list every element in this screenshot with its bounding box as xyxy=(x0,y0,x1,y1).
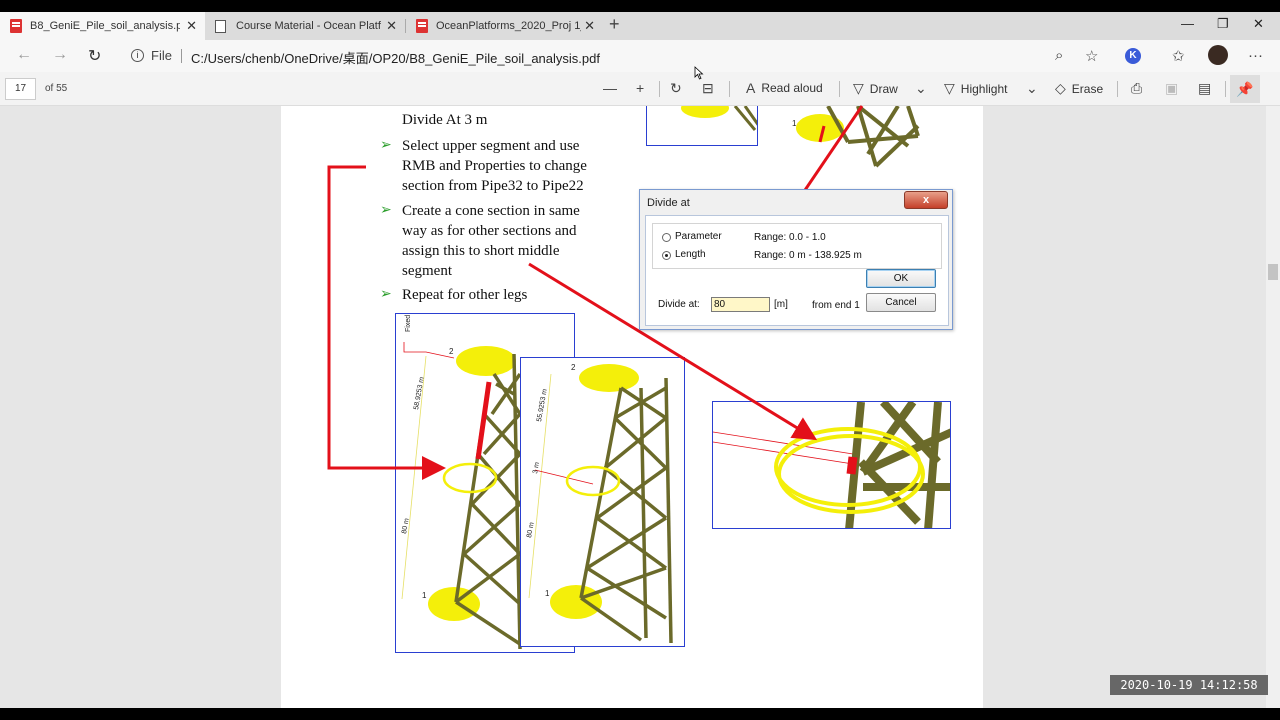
scrollbar-thumb[interactable] xyxy=(1268,264,1278,280)
ok-button[interactable]: OK xyxy=(866,269,936,288)
mode-group: Parameter Range: 0.0 - 1.0 Length Range:… xyxy=(652,223,942,269)
range-parameter-label: Range: 0.0 - 1.0 xyxy=(754,232,826,243)
divide-at-input[interactable]: 80 xyxy=(711,297,770,312)
unit-label: [m] xyxy=(774,299,788,310)
vertical-scrollbar[interactable] xyxy=(1266,106,1280,708)
recording-timestamp: 2020-10-19 14:12:58 xyxy=(1110,675,1268,695)
mouse-cursor-icon xyxy=(694,66,704,80)
radio-parameter[interactable] xyxy=(662,233,671,242)
option-parameter-label: Parameter xyxy=(675,231,722,242)
divide-at-label: Divide at: xyxy=(658,299,700,310)
dialog-title: Divide at xyxy=(647,197,690,209)
option-length-label: Length xyxy=(675,249,706,260)
range-length-label: Range: 0 m - 138.925 m xyxy=(754,250,862,261)
dialog-body: Parameter Range: 0.0 - 1.0 Length Range:… xyxy=(645,215,949,326)
arrow-to-left-figure xyxy=(327,165,446,480)
radio-length[interactable] xyxy=(662,251,671,260)
letterbox-bottom xyxy=(0,708,1280,720)
from-end-label: from end 1 xyxy=(812,300,860,311)
annotation-arrows xyxy=(327,105,864,480)
divide-at-dialog: Divide at x Parameter Range: 0.0 - 1.0 L… xyxy=(639,189,953,330)
dialog-close-button[interactable]: x xyxy=(904,191,948,209)
cancel-button[interactable]: Cancel xyxy=(866,293,936,312)
